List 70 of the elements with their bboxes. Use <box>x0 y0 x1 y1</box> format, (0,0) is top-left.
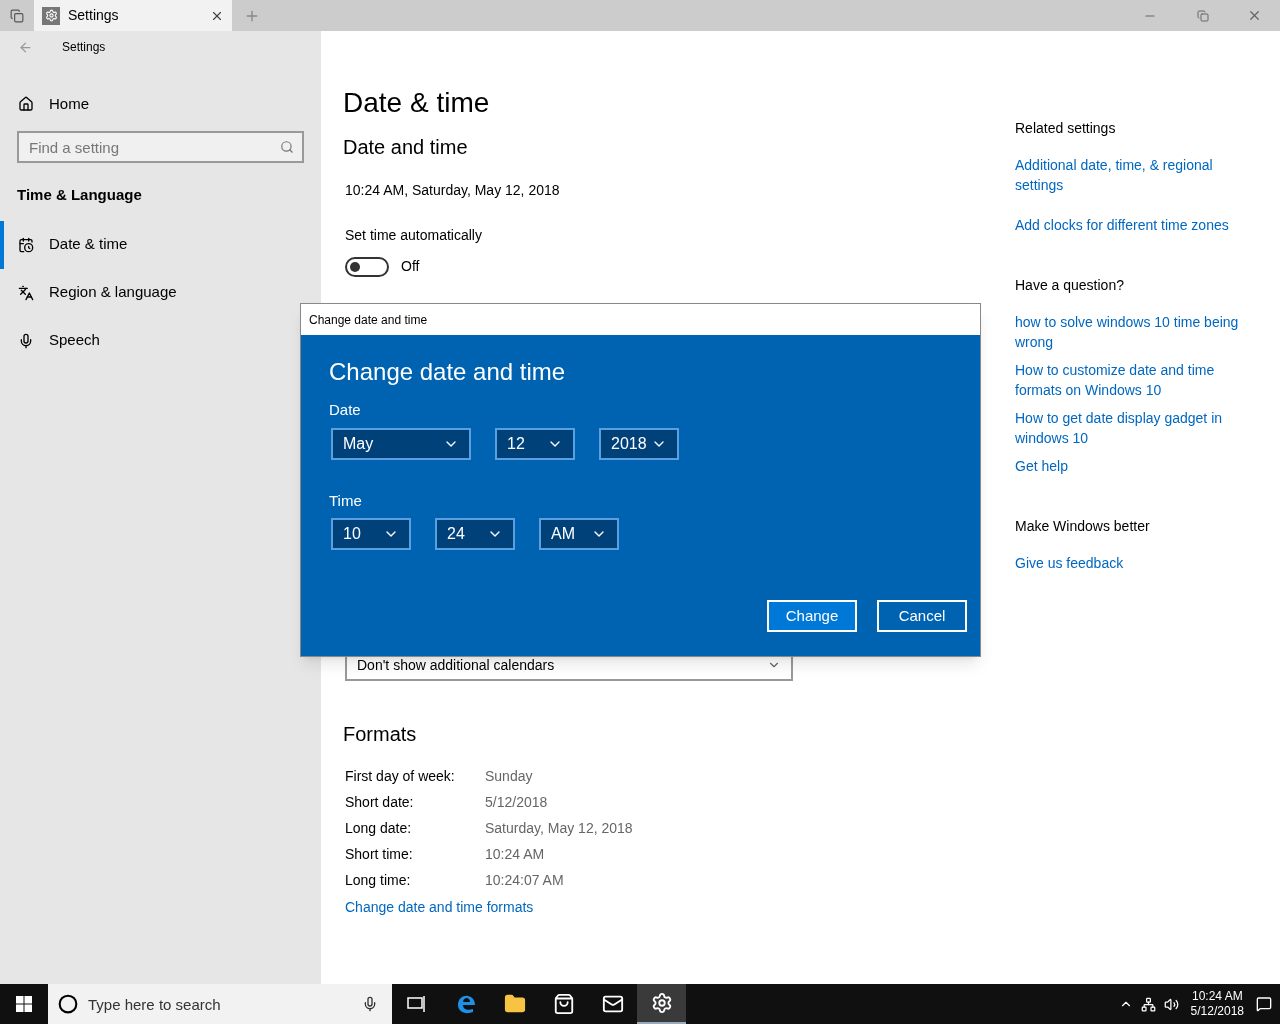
settings-icon <box>42 6 60 25</box>
field-label: Date <box>329 400 362 420</box>
sidebar-item[interactable]: Speech <box>0 316 110 365</box>
format-value: 10:24:07 AM <box>485 870 564 890</box>
dropdown[interactable]: 2018 <box>599 427 679 460</box>
format-label: Short date: <box>345 792 415 812</box>
windows-logo-icon[interactable] <box>16 996 32 1012</box>
format-label: Long time: <box>345 870 412 890</box>
format-value: 5/12/2018 <box>485 792 548 812</box>
format-label: First day of week: <box>345 766 456 786</box>
field-label: Time <box>329 490 363 511</box>
dropdown[interactable]: 12 <box>495 427 575 460</box>
home-icon <box>18 96 34 112</box>
section-heading: Formats <box>343 722 418 747</box>
mic-icon <box>362 996 378 1012</box>
sidebar-item[interactable]: Date & time <box>0 220 138 269</box>
browser-tab[interactable]: Settings <box>34 0 232 31</box>
toggle-switch[interactable] <box>345 256 389 277</box>
help-link[interactable]: Give us feedback <box>1015 553 1255 573</box>
folder-icon <box>503 993 526 1015</box>
taskbar-search-field[interactable]: Type here to search <box>48 984 392 1024</box>
home-item[interactable]: Home <box>0 80 321 128</box>
app-title: Settings <box>62 39 106 56</box>
formats-link[interactable]: Change date and time formats <box>345 897 534 918</box>
item-icon <box>18 332 34 349</box>
task-view-icon <box>406 995 427 1013</box>
sidebar-item[interactable]: Region & language <box>0 268 187 317</box>
taskbar-app[interactable] <box>637 984 686 1024</box>
mail-icon <box>601 993 624 1015</box>
store-bag-icon <box>552 993 575 1015</box>
item-icon <box>18 236 34 253</box>
help-link[interactable]: Additional date, time, & regional settings <box>1015 155 1255 195</box>
dialog-button[interactable]: Change <box>767 600 857 632</box>
search-icon <box>280 140 294 154</box>
dropdown[interactable]: May <box>331 427 471 460</box>
dialog-title: Change date and time <box>309 311 428 329</box>
item-icon <box>18 284 34 301</box>
dropdown[interactable]: 10 <box>331 518 411 550</box>
page-heading: Date & time <box>343 86 491 120</box>
format-value: Sunday <box>485 766 533 786</box>
current-date-time: 10:24 AM, Saturday, May 12, 2018 <box>345 181 561 200</box>
close-icon[interactable] <box>1247 8 1262 23</box>
format-value: Saturday, May 12, 2018 <box>485 818 633 838</box>
help-link[interactable]: how to solve windows 10 time being wrong <box>1015 312 1255 352</box>
cortana-icon <box>58 994 78 1014</box>
format-value: 10:24 AM <box>485 844 545 864</box>
section-heading: Date and time <box>343 135 469 160</box>
format-label: Long date: <box>345 818 413 838</box>
format-label: Short time: <box>345 844 414 864</box>
section-heading: Time & Language <box>16 185 143 205</box>
toggle-state: Off <box>401 257 420 276</box>
dropdown[interactable]: AM <box>539 518 619 550</box>
dialog-button[interactable]: Cancel <box>877 600 967 632</box>
notifications-icon[interactable] <box>1256 996 1272 1012</box>
network-icon[interactable] <box>1140 996 1156 1012</box>
clock[interactable]: 10:24 AM 5/12/2018 <box>1186 989 1248 1019</box>
help-link[interactable]: Add clocks for different time zones <box>1015 215 1255 235</box>
help-link[interactable]: How to get date display gadget in windows 10 <box>1015 408 1255 448</box>
related-heading: Related settings <box>1015 119 1117 138</box>
tab-title: Settings <box>68 6 120 25</box>
settings-icon <box>650 992 673 1014</box>
search-field[interactable]: Find a setting <box>17 131 304 163</box>
volume-icon[interactable] <box>1163 996 1179 1012</box>
dropdown[interactable]: 24 <box>435 518 515 550</box>
setting-label: Set time automatically <box>345 226 483 245</box>
help-link[interactable]: Get help <box>1015 456 1255 476</box>
related-heading: Have a question? <box>1015 276 1125 295</box>
dialog-heading: Change date and time <box>329 357 567 387</box>
help-link[interactable]: How to customize date and time formats on Windows 10 <box>1015 360 1255 400</box>
related-heading: Make Windows better <box>1015 517 1151 536</box>
